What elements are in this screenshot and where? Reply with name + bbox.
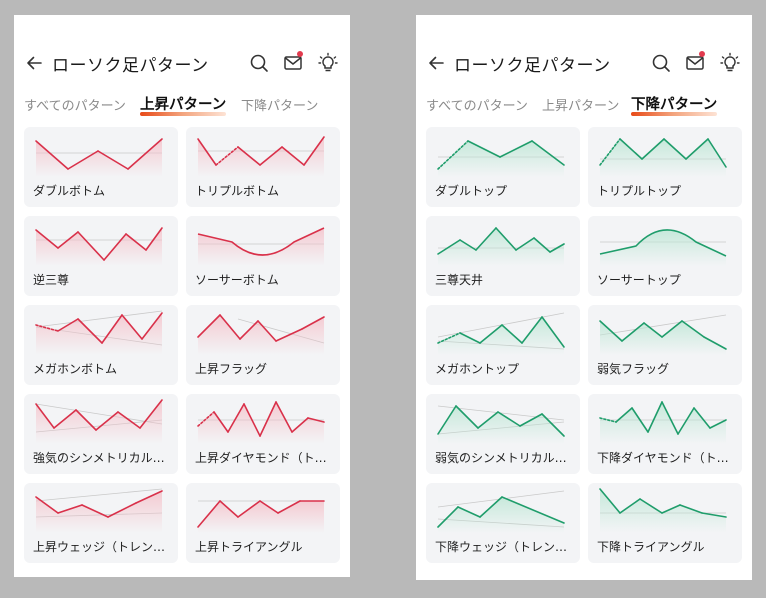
bear-flag-chart-icon [599,314,727,355]
pattern-card[interactable]: 逆三尊 [24,216,178,296]
page-title: ローソク足パターン [52,56,209,76]
pattern-card-label: 逆三尊 [33,273,70,287]
pattern-card-label: 上昇ウェッジ（トレンド） [33,540,171,554]
bearish-diamond-chart-icon [599,401,727,444]
pattern-card-label: トリプルトップ [597,184,682,198]
screen-bullish-patterns: ローソク足パターン すべてのパターン 上昇パターン 下降パターン ダブルボトム ト… [14,15,350,577]
pattern-card[interactable]: ソーサーボトム [186,216,340,296]
pattern-card[interactable]: 上昇フラッグ [186,305,340,385]
pattern-card[interactable]: ダブルトップ [426,127,580,207]
tab-all-patterns[interactable]: すべてのパターン [426,95,528,114]
search-icon[interactable] [650,52,672,74]
bullish-diamond-chart-icon [197,401,325,444]
pattern-card[interactable]: 上昇ウェッジ（トレンド） [24,483,178,563]
inverse-head-shoulders-chart-icon [35,227,163,266]
pattern-card-label: 下降トライアングル [597,540,705,554]
screen-bearish-patterns: ローソク足パターン すべてのパターン 上昇パターン 下降パターン ダブルトップ ト… [416,15,752,580]
tab-all-patterns[interactable]: すべてのパターン [24,95,126,114]
pattern-card-label: 下降ダイヤモンド（トップ） [597,451,735,465]
lightbulb-icon[interactable] [317,52,339,74]
bullish-symmetrical-triangle-chart-icon [35,399,163,444]
pattern-card-label: 弱気のシンメトリカルトライアングル [435,451,573,465]
pattern-card-label: 上昇ダイヤモンド（トップ） [195,451,333,465]
pattern-card[interactable]: ソーサートップ [588,216,742,296]
header: ローソク足パターン [416,45,752,81]
pattern-card[interactable]: 弱気のシンメトリカルトライアングル [426,394,580,474]
pattern-card-label: 上昇フラッグ [195,362,268,376]
descending-triangle-chart-icon [599,488,727,533]
header: ローソク足パターン [14,45,350,81]
tab-bearish-patterns[interactable]: 下降パターン [631,93,717,114]
pattern-card-label: トリプルボトム [195,184,280,198]
pattern-card-label: 強気のシンメトリカルトライアングル [33,451,171,465]
pattern-card-label: 上昇トライアングル [195,540,303,554]
rising-wedge-chart-icon [35,488,163,533]
pattern-card-label: 下降ウェッジ（トレンド） [435,540,573,554]
pattern-tabs: すべてのパターン 上昇パターン 下降パターン [416,93,752,117]
pattern-card-label: ダブルボトム [33,184,106,198]
back-arrow-icon[interactable] [24,53,44,73]
pattern-card[interactable]: メガホントップ [426,305,580,385]
active-tab-indicator [140,112,226,116]
pattern-card[interactable]: ダブルボトム [24,127,178,207]
bull-flag-chart-icon [197,314,325,355]
pattern-card[interactable]: 上昇ダイヤモンド（トップ） [186,394,340,474]
pattern-card[interactable]: 下降トライアングル [588,483,742,563]
double-top-chart-icon [437,140,565,177]
pattern-card[interactable]: メガホンボトム [24,305,178,385]
pattern-card-label: 三尊天井 [435,273,484,287]
bearish-symmetrical-triangle-chart-icon [437,405,565,444]
lightbulb-icon[interactable] [719,52,741,74]
pattern-card[interactable]: 上昇トライアングル [186,483,340,563]
pattern-card[interactable]: 下降ウェッジ（トレンド） [426,483,580,563]
pattern-card-label: ソーサーボトム [195,273,279,287]
tab-bullish-patterns[interactable]: 上昇パターン [542,95,619,114]
triple-bottom-chart-icon [197,136,325,177]
search-icon[interactable] [248,52,270,74]
double-bottom-chart-icon [35,138,163,177]
saucer-top-chart-icon [599,229,727,266]
pattern-card-label: 弱気フラッグ [597,362,670,376]
megaphone-bottom-chart-icon [35,310,163,355]
megaphone-top-chart-icon [437,312,565,355]
tab-bearish-patterns[interactable]: 下降パターン [241,95,318,114]
ascending-triangle-chart-icon [197,500,325,533]
pattern-card-label: ダブルトップ [435,184,508,198]
pattern-card[interactable]: 強気のシンメトリカルトライアングル [24,394,178,474]
back-arrow-icon[interactable] [426,53,446,73]
pattern-card[interactable]: 三尊天井 [426,216,580,296]
notification-dot [297,51,303,57]
page-title: ローソク足パターン [454,56,611,76]
pattern-tabs: すべてのパターン 上昇パターン 下降パターン [14,93,350,117]
pattern-card[interactable]: トリプルトップ [588,127,742,207]
notification-dot [699,51,705,57]
pattern-card[interactable]: トリプルボトム [186,127,340,207]
pattern-card-label: メガホンボトム [33,362,118,376]
active-tab-indicator [631,112,717,116]
falling-wedge-chart-icon [437,490,565,533]
pattern-card[interactable]: 弱気フラッグ [588,305,742,385]
head-shoulders-chart-icon [437,227,565,266]
tab-bullish-patterns[interactable]: 上昇パターン [140,93,226,114]
triple-top-chart-icon [599,138,727,177]
pattern-card-label: ソーサートップ [597,273,681,287]
pattern-card-label: メガホントップ [435,362,520,376]
pattern-card[interactable]: 下降ダイヤモンド（トップ） [588,394,742,474]
saucer-bottom-chart-icon [197,227,325,266]
